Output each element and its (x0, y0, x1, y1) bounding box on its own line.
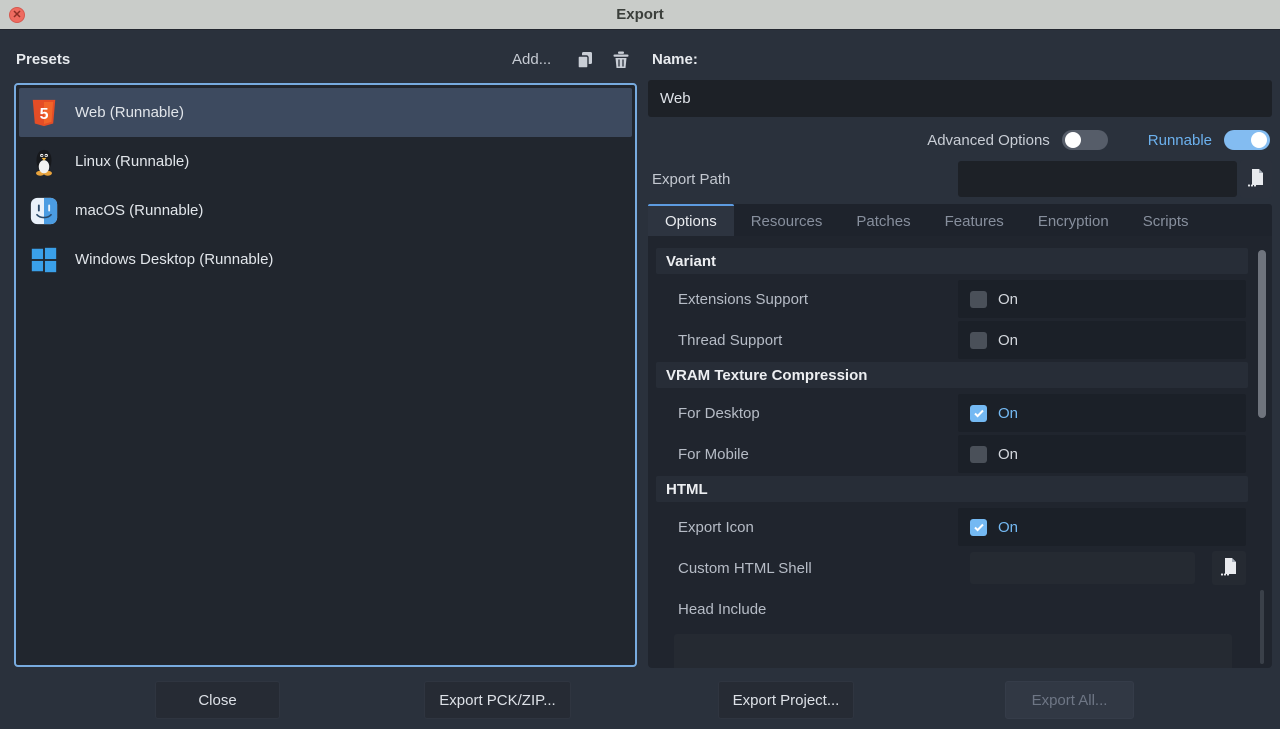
row-for-desktop: For Desktop On (656, 394, 1272, 432)
add-preset-button[interactable]: Add... (512, 51, 551, 68)
property-label: Export Icon (656, 519, 958, 536)
toggle-knob (1251, 132, 1267, 148)
row-thread-support: Thread Support On (656, 321, 1272, 359)
export-icon-checkbox[interactable] (970, 519, 987, 536)
row-for-mobile: For Mobile On (656, 435, 1272, 473)
duplicate-icon (575, 58, 595, 73)
duplicate-preset-button[interactable] (572, 48, 598, 74)
presets-title: Presets (16, 51, 70, 68)
preset-item-linux[interactable]: Linux (Runnable) (19, 137, 632, 186)
checkbox-label: On (998, 519, 1018, 536)
preset-item-label: macOS (Runnable) (75, 202, 203, 219)
preset-item-web[interactable]: 5 Web (Runnable) (19, 88, 632, 137)
close-button[interactable]: Close (155, 681, 280, 719)
custom-html-shell-browse-button[interactable] (1212, 551, 1246, 585)
preset-item-label: Web (Runnable) (75, 104, 184, 121)
export-pck-zip-button[interactable]: Export PCK/ZIP... (424, 681, 571, 719)
tab-options[interactable]: Options (648, 204, 734, 236)
checkbox-label: On (998, 405, 1018, 422)
row-extensions-support: Extensions Support On (656, 280, 1272, 318)
preset-list: 5 Web (Runnable) Linux (Runnable) macOS … (14, 83, 637, 667)
options-panel: Variant Extensions Support On Thread Sup… (648, 236, 1272, 668)
export-dialog: ✕ Export Presets Add... 5 Web (Runnable) (0, 0, 1280, 729)
options-scrollbar[interactable] (1258, 244, 1266, 660)
property-label: For Desktop (656, 405, 958, 422)
scrollbar-thumb[interactable] (1258, 250, 1266, 418)
checkbox-label: On (998, 446, 1018, 463)
head-include-textarea[interactable] (674, 634, 1232, 668)
tab-scripts[interactable]: Scripts (1126, 204, 1206, 236)
name-input[interactable]: Web (648, 80, 1272, 117)
property-value (958, 549, 1246, 587)
section-html: HTML (656, 476, 1248, 502)
section-vram: VRAM Texture Compression (656, 362, 1248, 388)
linux-icon (29, 147, 59, 177)
property-label: Thread Support (656, 332, 958, 349)
titlebar: ✕ Export (0, 0, 1280, 30)
runnable-label: Runnable (1148, 132, 1212, 149)
custom-html-shell-input[interactable] (970, 552, 1195, 584)
tab-encryption[interactable]: Encryption (1021, 204, 1126, 236)
close-window-button[interactable]: ✕ (9, 7, 25, 23)
tab-patches[interactable]: Patches (839, 204, 927, 236)
tab-features[interactable]: Features (928, 204, 1021, 236)
preset-details-pane: Name: Web Advanced Options Runnable Expo… (648, 30, 1272, 669)
windows-icon (29, 245, 59, 275)
dialog-footer: Close Export PCK/ZIP... Export Project..… (0, 669, 1280, 729)
presets-header: Presets Add... (0, 30, 648, 82)
row-head-include: Head Include (656, 590, 1272, 628)
checkbox-label: On (998, 332, 1018, 349)
property-value: On (958, 280, 1246, 318)
preset-item-macos[interactable]: macOS (Runnable) (19, 186, 632, 235)
for-desktop-checkbox[interactable] (970, 405, 987, 422)
export-tabs: Options Resources Patches Features Encry… (648, 204, 1272, 236)
svg-text:5: 5 (40, 106, 49, 123)
scrollbar-thumb-secondary (1260, 590, 1264, 664)
file-icon (1247, 168, 1265, 191)
property-label: Extensions Support (656, 291, 958, 308)
property-value: On (958, 435, 1246, 473)
section-variant: Variant (656, 248, 1248, 274)
extensions-support-checkbox[interactable] (970, 291, 987, 308)
row-export-icon: Export Icon On (656, 508, 1272, 546)
property-value: On (958, 394, 1246, 432)
property-label: Head Include (656, 601, 1272, 618)
preset-item-label: Linux (Runnable) (75, 153, 189, 170)
name-label: Name: (652, 51, 698, 68)
runnable-toggle[interactable] (1224, 130, 1270, 150)
row-custom-html-shell: Custom HTML Shell (656, 549, 1272, 587)
for-mobile-checkbox[interactable] (970, 446, 987, 463)
toggle-knob (1065, 132, 1081, 148)
preset-item-windows[interactable]: Windows Desktop (Runnable) (19, 235, 632, 284)
export-project-button[interactable]: Export Project... (718, 681, 854, 719)
property-label: Custom HTML Shell (656, 560, 958, 577)
macos-icon (29, 196, 59, 226)
trash-icon (611, 58, 631, 73)
export-path-browse-button[interactable] (1240, 160, 1272, 198)
property-value: On (958, 508, 1246, 546)
checkbox-label: On (998, 291, 1018, 308)
advanced-options-label: Advanced Options (927, 132, 1050, 149)
tab-resources[interactable]: Resources (734, 204, 840, 236)
property-value: On (958, 321, 1246, 359)
html5-icon: 5 (29, 98, 59, 128)
export-all-button[interactable]: Export All... (1005, 681, 1134, 719)
export-path-label: Export Path (652, 171, 730, 188)
file-icon (1220, 557, 1238, 580)
thread-support-checkbox[interactable] (970, 332, 987, 349)
delete-preset-button[interactable] (608, 48, 634, 74)
property-label: For Mobile (656, 446, 958, 463)
window-title: Export (616, 6, 664, 23)
preset-item-label: Windows Desktop (Runnable) (75, 251, 273, 268)
toggles-row: Advanced Options Runnable (927, 126, 1270, 154)
advanced-options-toggle[interactable] (1062, 130, 1108, 150)
export-path-input[interactable] (958, 161, 1237, 197)
